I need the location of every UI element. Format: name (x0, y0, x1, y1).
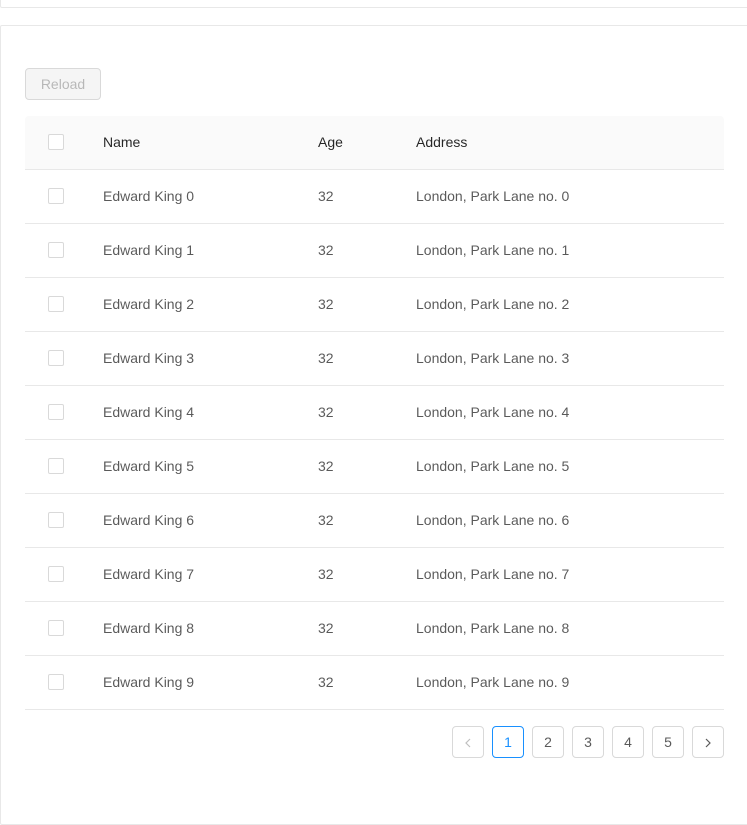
table-row: Edward King 9 32 London, Park Lane no. 9 (25, 656, 724, 710)
prev-page-button[interactable] (452, 726, 484, 758)
table-header-row: Name Age Address (25, 116, 724, 170)
cell-age: 32 (318, 350, 334, 366)
cell-age: 32 (318, 242, 334, 258)
row-checkbox[interactable] (48, 188, 64, 204)
pagination: 12345 (452, 726, 724, 758)
row-checkbox[interactable] (48, 350, 64, 366)
cell-address: London, Park Lane no. 0 (416, 188, 570, 204)
cell-age: 32 (318, 296, 334, 312)
cell-age: 32 (318, 188, 334, 204)
row-checkbox[interactable] (48, 458, 64, 474)
cell-name: Edward King 2 (103, 296, 195, 312)
table-row: Edward King 1 32 London, Park Lane no. 1 (25, 224, 724, 278)
cell-address: London, Park Lane no. 5 (416, 458, 570, 474)
cell-address: London, Park Lane no. 1 (416, 242, 570, 258)
cell-name: Edward King 1 (103, 242, 195, 258)
row-checkbox[interactable] (48, 566, 64, 582)
column-header-age: Age (318, 134, 343, 150)
row-checkbox[interactable] (48, 512, 64, 528)
cell-name: Edward King 7 (103, 566, 195, 582)
row-checkbox[interactable] (48, 242, 64, 258)
cell-name: Edward King 8 (103, 620, 195, 636)
page-button-5[interactable]: 5 (652, 726, 684, 758)
cell-age: 32 (318, 512, 334, 528)
table-row: Edward King 6 32 London, Park Lane no. 6 (25, 494, 724, 548)
table-row: Edward King 4 32 London, Park Lane no. 4 (25, 386, 724, 440)
table-row: Edward King 8 32 London, Park Lane no. 8 (25, 602, 724, 656)
cell-age: 32 (318, 566, 334, 582)
chevron-left-icon (465, 738, 471, 748)
cell-age: 32 (318, 674, 334, 690)
column-header-address: Address (416, 134, 468, 150)
page-button-1[interactable]: 1 (492, 726, 524, 758)
row-checkbox[interactable] (48, 674, 64, 690)
table-row: Edward King 5 32 London, Park Lane no. 5 (25, 440, 724, 494)
cell-name: Edward King 9 (103, 674, 195, 690)
cell-age: 32 (318, 404, 334, 420)
table-row: Edward King 7 32 London, Park Lane no. 7 (25, 548, 724, 602)
cell-address: London, Park Lane no. 6 (416, 512, 570, 528)
cell-name: Edward King 3 (103, 350, 195, 366)
cell-address: London, Park Lane no. 9 (416, 674, 570, 690)
cell-address: London, Park Lane no. 4 (416, 404, 570, 420)
column-header-name: Name (103, 134, 141, 150)
cell-name: Edward King 0 (103, 188, 195, 204)
cell-name: Edward King 5 (103, 458, 195, 474)
select-all-checkbox[interactable] (48, 134, 64, 150)
cell-name: Edward King 6 (103, 512, 195, 528)
cell-address: London, Park Lane no. 3 (416, 350, 570, 366)
cell-address: London, Park Lane no. 2 (416, 296, 570, 312)
page-button-4[interactable]: 4 (612, 726, 644, 758)
top-card (0, 0, 747, 8)
cell-address: London, Park Lane no. 7 (416, 566, 570, 582)
cell-age: 32 (318, 620, 334, 636)
row-checkbox[interactable] (48, 296, 64, 312)
row-checkbox[interactable] (48, 404, 64, 420)
cell-address: London, Park Lane no. 8 (416, 620, 570, 636)
chevron-right-icon (705, 738, 711, 748)
table-row: Edward King 0 32 London, Park Lane no. 0 (25, 170, 724, 224)
page-button-3[interactable]: 3 (572, 726, 604, 758)
page-button-2[interactable]: 2 (532, 726, 564, 758)
table-row: Edward King 3 32 London, Park Lane no. 3 (25, 332, 724, 386)
row-checkbox[interactable] (48, 620, 64, 636)
next-page-button[interactable] (692, 726, 724, 758)
table-row: Edward King 2 32 London, Park Lane no. 2 (25, 278, 724, 332)
cell-age: 32 (318, 458, 334, 474)
data-table: Name Age Address Edward King 0 32 London, … (25, 116, 724, 710)
cell-name: Edward King 4 (103, 404, 195, 420)
reload-button[interactable]: Reload (25, 68, 101, 100)
